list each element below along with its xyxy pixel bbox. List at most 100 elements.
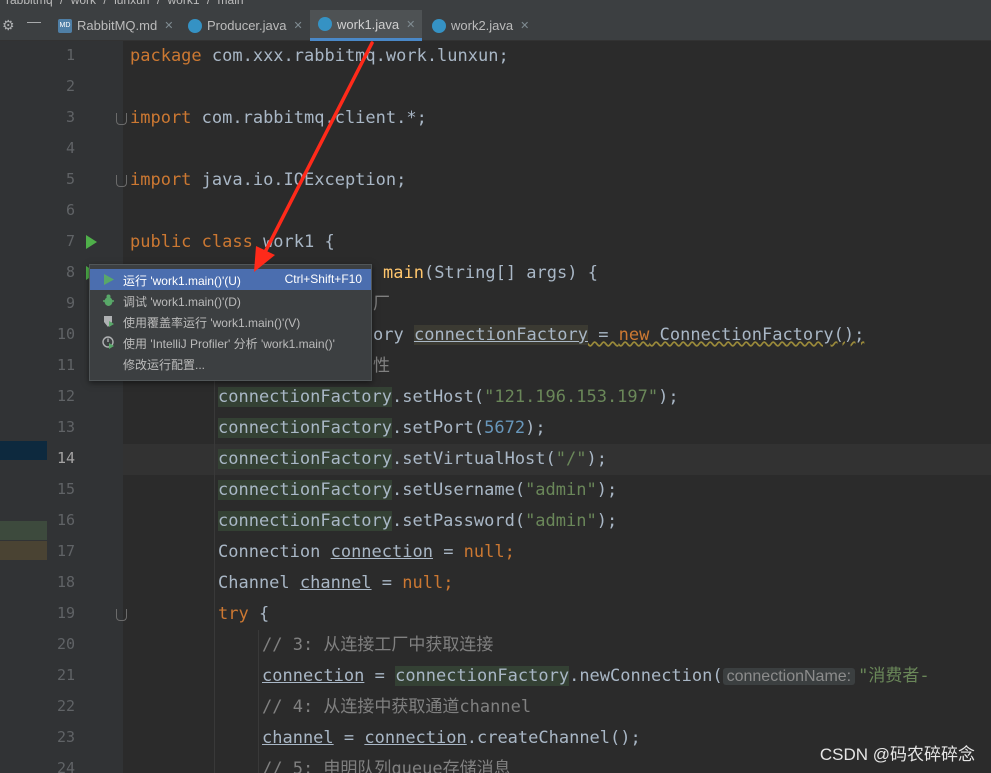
- method-name: main: [383, 263, 424, 283]
- close-icon[interactable]: ✕: [406, 18, 415, 31]
- keyword: try: [218, 604, 249, 624]
- variable: connectionFactory: [218, 480, 392, 500]
- variable: connectionFactory: [395, 666, 570, 686]
- breadcrumb: rabbitmq / work / lunxun / work1 / main: [0, 0, 991, 10]
- string-literal: "admin": [525, 511, 597, 531]
- line-number: 12: [56, 387, 75, 405]
- code-line: connectionFactory.setUsername("admin");: [218, 475, 617, 506]
- minimize-icon[interactable]: —: [27, 13, 41, 29]
- line-number: 11: [56, 356, 75, 374]
- menu-item-modify-run-config[interactable]: 修改运行配置...: [90, 353, 371, 374]
- tab-producer-java[interactable]: Producer.java ✕: [180, 10, 308, 41]
- close-icon[interactable]: ✕: [164, 19, 173, 32]
- code-text: com.rabbitmq.client.*;: [191, 108, 427, 128]
- code-text: .setPort(: [392, 418, 485, 438]
- code-text: =: [371, 573, 403, 593]
- variable: channel: [262, 728, 334, 748]
- line-number: 24: [56, 759, 75, 773]
- code-line: ory connectionFactory = new ConnectionFa…: [373, 320, 864, 351]
- tab-rabbitmq-md[interactable]: MD RabbitMQ.md ✕: [50, 10, 178, 41]
- tree-row-highlight[interactable]: [0, 541, 47, 560]
- code-text: ;: [443, 573, 454, 593]
- tab-label: work1.java: [337, 16, 400, 32]
- run-gutter-icon[interactable]: [86, 235, 97, 249]
- close-icon[interactable]: ✕: [294, 19, 303, 32]
- code-text: (String[] args) {: [423, 263, 598, 283]
- tab-work1-java[interactable]: work1.java ✕: [310, 10, 422, 41]
- menu-item-run[interactable]: 运行 'work1.main()'(U) Ctrl+Shift+F10: [90, 269, 371, 290]
- tree-row-highlight[interactable]: [0, 521, 47, 540]
- code-text: ;: [504, 542, 515, 562]
- keyword: null: [402, 573, 444, 593]
- variable: connection: [330, 542, 433, 562]
- code-text: .setPassword(: [392, 511, 526, 531]
- line-number: 7: [65, 232, 75, 250]
- fold-marker-icon[interactable]: [116, 609, 127, 621]
- debug-icon: [103, 294, 114, 306]
- string-literal: "121.196.153.197": [484, 387, 659, 407]
- code-line: try {: [218, 599, 269, 630]
- code-text: );: [596, 480, 618, 500]
- breadcrumb-item[interactable]: lunxun: [114, 0, 149, 7]
- code-line: connection = connectionFactory.newConnec…: [262, 661, 930, 692]
- code-line: connectionFactory.setHost("121.196.153.1…: [218, 382, 679, 413]
- code-text: );: [658, 387, 679, 407]
- menu-item-profile[interactable]: 使用 'IntelliJ Profiler' 分析 'work1.main()': [90, 332, 371, 353]
- menu-item-debug[interactable]: 调试 'work1.main()'(D): [90, 290, 371, 311]
- line-number: 4: [65, 139, 75, 157]
- variable: connectionFactory: [413, 325, 588, 345]
- code-text: Channel: [218, 573, 300, 593]
- fold-marker-icon[interactable]: [116, 175, 127, 187]
- line-number: 3: [65, 108, 75, 126]
- run-icon: [104, 274, 114, 285]
- line-number: 18: [56, 573, 75, 591]
- code-text: work1 {: [252, 232, 335, 252]
- code-line: main(String[] args) {: [383, 258, 598, 289]
- markdown-file-icon: MD: [58, 18, 72, 33]
- code-line: import java.io.IOException;: [130, 165, 406, 196]
- line-number: 15: [56, 480, 75, 498]
- line-number: 22: [56, 697, 75, 715]
- code-comment: 厂: [373, 294, 390, 314]
- variable: connection: [262, 666, 365, 686]
- code-text: ConnectionFactory();: [649, 325, 865, 345]
- menu-item-label: 修改运行配置...: [123, 358, 206, 372]
- code-text: ory: [373, 325, 414, 345]
- gear-icon[interactable]: ⚙: [2, 17, 15, 34]
- line-number: 20: [56, 635, 75, 653]
- variable: channel: [299, 573, 372, 593]
- line-number: 2: [65, 77, 75, 95]
- code-text: .newConnection(: [569, 666, 723, 686]
- keyword: new: [618, 325, 650, 345]
- tab-label: Producer.java: [207, 18, 287, 33]
- project-tool-window-strip: [0, 41, 47, 773]
- code-line: channel = connection.createChannel();: [262, 723, 641, 754]
- keyword: public class: [130, 232, 253, 252]
- menu-item-label: 运行 'work1.main()'(U): [123, 274, 241, 288]
- breadcrumb-item[interactable]: work1: [168, 0, 200, 7]
- code-text: Connection: [218, 542, 331, 562]
- breadcrumb-item[interactable]: main: [218, 0, 244, 7]
- menu-item-label: 调试 'work1.main()'(D): [123, 295, 241, 309]
- tab-label: work2.java: [451, 18, 514, 33]
- string-literal: "消费者-: [858, 666, 930, 686]
- code-line: package com.xxx.rabbitmq.work.lunxun;: [130, 41, 509, 72]
- breadcrumb-item[interactable]: work: [71, 0, 96, 7]
- selected-tree-row[interactable]: [0, 441, 47, 460]
- variable: connectionFactory: [218, 418, 392, 438]
- code-text: .createChannel();: [466, 728, 641, 748]
- fold-marker-icon[interactable]: [116, 113, 127, 125]
- code-text: .setHost(: [392, 387, 485, 407]
- code-line: public class work1 {: [130, 227, 335, 258]
- code-text: =: [333, 728, 365, 748]
- variable: connectionFactory: [218, 449, 392, 469]
- line-number: 21: [56, 666, 75, 684]
- tab-work2-java[interactable]: work2.java ✕: [424, 10, 536, 41]
- variable: connection: [364, 728, 467, 748]
- breadcrumb-item[interactable]: rabbitmq: [6, 0, 53, 7]
- code-comment: // 5: 申明队列queue存储消息: [262, 759, 511, 773]
- code-text: );: [596, 511, 618, 531]
- profiler-icon: [102, 336, 114, 349]
- close-icon[interactable]: ✕: [520, 19, 529, 32]
- menu-item-run-with-coverage[interactable]: 使用覆盖率运行 'work1.main()'(V): [90, 311, 371, 332]
